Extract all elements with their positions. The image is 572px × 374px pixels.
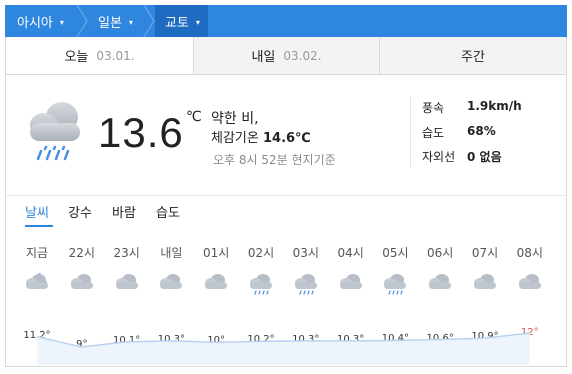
hourly-time: 06시 bbox=[427, 246, 454, 260]
cloud-icon bbox=[202, 271, 230, 295]
divider bbox=[410, 97, 411, 167]
hourly-time: 05시 bbox=[382, 246, 409, 260]
breadcrumb-label: 교토 bbox=[165, 15, 189, 31]
cloud-icon bbox=[516, 271, 544, 295]
stat-humidity: 습도 68% bbox=[422, 124, 496, 141]
cloud-icon bbox=[68, 271, 96, 295]
subtab-humidity[interactable]: 습도 bbox=[156, 202, 180, 221]
cloud-icon bbox=[113, 271, 141, 295]
active-tab-indicator bbox=[25, 225, 53, 227]
weather-condition: 약한 비, bbox=[211, 111, 259, 127]
tab-label: 오늘 bbox=[64, 50, 89, 65]
chevron-down-icon: ▾ bbox=[128, 17, 133, 27]
stat-label: 자외선 bbox=[422, 150, 456, 164]
breadcrumb-label: 아시아 bbox=[17, 15, 53, 31]
cloud-icon bbox=[337, 271, 365, 295]
hourly-time: 22시 bbox=[68, 246, 95, 260]
hourly-time: 02시 bbox=[247, 246, 275, 260]
stat-value: 0 없음 bbox=[467, 150, 502, 164]
breadcrumb: 아시아 ▾ 일본 ▾ 교토 ▾ bbox=[5, 5, 567, 37]
tab-label: 주간 bbox=[461, 50, 485, 65]
hourly-time: 23시 bbox=[113, 246, 140, 260]
stat-label: 습도 bbox=[422, 126, 445, 140]
tab-tomorrow[interactable]: 내일 03.02. bbox=[194, 37, 379, 74]
tab-today[interactable]: 오늘 03.01. bbox=[6, 37, 193, 74]
hourly-time: 03시 bbox=[292, 246, 319, 260]
cloud-moon-icon bbox=[23, 271, 51, 295]
breadcrumb-separator-icon bbox=[142, 5, 156, 37]
chevron-down-icon: ▾ bbox=[195, 17, 200, 27]
subtab-precipitation[interactable]: 강수 bbox=[68, 202, 92, 221]
rain-cloud-icon bbox=[292, 271, 320, 295]
weather-panel: 13.6 ℃ 약한 비, 체감기온 14.6℃ 오후 8시 52분 현지기준 풍… bbox=[5, 75, 567, 367]
rain-cloud-icon bbox=[381, 271, 409, 295]
hourly-time: 04시 bbox=[337, 246, 364, 260]
date-tabs: 오늘 03.01. 내일 03.02. 주간 bbox=[5, 37, 567, 75]
observation-time: 오후 8시 52분 현지기준 bbox=[213, 153, 336, 167]
breadcrumb-separator-icon bbox=[75, 5, 89, 37]
stat-wind: 풍속 1.9km/h bbox=[422, 99, 522, 116]
stat-value: 68% bbox=[467, 124, 496, 138]
stat-value: 1.9km/h bbox=[467, 99, 522, 113]
current-temperature: 13.6 bbox=[98, 109, 184, 156]
tab-label: 내일 bbox=[251, 50, 276, 65]
breadcrumb-item-asia[interactable]: 아시아 ▾ bbox=[17, 5, 64, 37]
feels-like: 체감기온 14.6℃ bbox=[211, 127, 311, 146]
hourly-time: 08시 bbox=[516, 246, 543, 260]
feels-like-value: 14.6℃ bbox=[262, 131, 311, 146]
temperature-graph-area bbox=[37, 333, 530, 365]
hourly-time: 지금 bbox=[25, 246, 49, 260]
stat-uv: 자외선 0 없음 bbox=[422, 148, 502, 165]
rain-cloud-icon bbox=[247, 271, 275, 295]
cloud-icon bbox=[471, 271, 499, 295]
cloud-icon bbox=[157, 271, 185, 295]
subtab-wind[interactable]: 바람 bbox=[112, 202, 136, 221]
feels-like-label: 체감기온 bbox=[211, 131, 259, 146]
rain-cloud-icon bbox=[26, 95, 86, 165]
tab-weekly[interactable]: 주간 bbox=[380, 37, 566, 74]
hourly-time: 내일 bbox=[160, 246, 183, 260]
temperature-unit: ℃ bbox=[186, 109, 202, 125]
tab-date: 03.01. bbox=[96, 48, 135, 63]
hourly-time: 01시 bbox=[203, 246, 230, 260]
hourly-time: 07시 bbox=[471, 246, 499, 260]
cloud-icon bbox=[426, 271, 454, 295]
divider bbox=[6, 195, 566, 196]
temperature-graph bbox=[36, 332, 530, 365]
breadcrumb-item-japan[interactable]: 일본 ▾ bbox=[98, 5, 133, 37]
stat-label: 풍속 bbox=[422, 101, 445, 115]
breadcrumb-item-kyoto[interactable]: 교토 ▾ bbox=[155, 5, 208, 37]
breadcrumb-label: 일본 bbox=[98, 15, 122, 31]
subtab-weather[interactable]: 날씨 bbox=[25, 202, 49, 221]
tab-date: 03.02. bbox=[283, 48, 322, 63]
chevron-down-icon: ▾ bbox=[59, 17, 64, 27]
